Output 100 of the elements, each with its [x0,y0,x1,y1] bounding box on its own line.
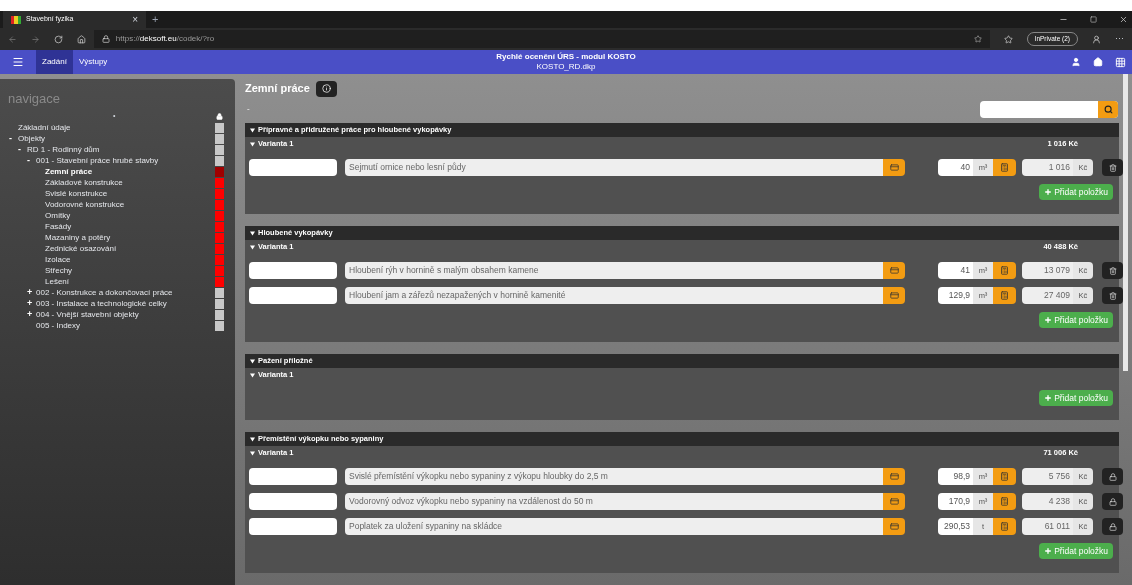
new-tab-button[interactable]: + [152,11,159,28]
search-field[interactable] [980,100,1118,118]
app-tab[interactable]: Výstupy [72,50,114,74]
tree-item[interactable]: Mazaniny a potěry [45,232,111,243]
delete-button[interactable] [1102,159,1123,176]
close-icon[interactable] [1119,15,1128,24]
caret-down-icon [250,436,255,442]
calculator-button[interactable] [993,262,1016,279]
delete-button[interactable] [1102,287,1123,304]
tree-item[interactable]: 001 - Stavební práce hrubé stavby [36,155,159,166]
code-field[interactable] [249,159,337,176]
tree-toggle[interactable]: - [18,142,27,157]
more-button[interactable]: ··· [1114,32,1124,46]
page-title: Zemní práce [245,81,310,97]
app-tab[interactable]: Zadání [36,50,73,74]
tree-item[interactable]: Zednické osazování [45,243,117,254]
address-bar[interactable]: https://deksoft.eu/codek/?ro [93,30,990,48]
favorites-icon[interactable] [1003,34,1013,44]
quantity-field[interactable]: 40 [938,159,973,176]
description-field[interactable]: Vodorovný odvoz výkopku nebo sypaniny na vzdálenost do 50 m [345,493,883,510]
code-field[interactable] [249,262,337,279]
code-field[interactable] [249,287,337,304]
user-icon[interactable] [1071,57,1081,67]
tree-item[interactable]: Vodorovné konstrukce [45,199,125,210]
info-button[interactable] [315,80,337,97]
info-icon [321,84,331,94]
back-icon[interactable] [8,34,17,44]
code-field[interactable] [249,518,337,535]
calculator-icon [1000,497,1009,506]
tree-item[interactable]: Střechy [45,265,73,276]
lock-icon[interactable] [216,112,223,120]
tree-item[interactable]: Fasády [45,221,72,232]
forward-icon[interactable] [30,34,40,44]
tree-item[interactable]: 004 - Vnější stavební objekty [36,309,139,320]
description-field[interactable]: Hloubení rýh v hornině s malým obsahem kamene [345,262,883,279]
lock-button[interactable] [1102,493,1123,510]
catalog-button[interactable] [883,518,905,535]
description-field[interactable]: Hloubení jam a zářezů nezapažených v hornině kamenité [345,287,883,304]
catalog-button[interactable] [883,159,905,176]
calculator-button[interactable] [993,518,1016,535]
plus-icon [1044,394,1053,402]
code-field[interactable] [249,493,337,510]
calculator-button[interactable] [993,493,1016,510]
profile-icon[interactable] [1092,34,1101,44]
tree-item[interactable]: Základní údaje [18,122,71,133]
catalog-button[interactable] [883,287,905,304]
description-field[interactable]: Poplatek za uložení sypaniny na skládce [345,518,883,535]
apps-grid-icon[interactable] [1115,56,1126,68]
plus-icon [1044,188,1053,196]
calculator-button[interactable] [993,159,1016,176]
lock-button[interactable] [1102,468,1123,485]
description-field[interactable]: Svislé přemístění výkopku nebo sypaniny z výkopu hloubky do 2,5 m [345,468,883,485]
tree-item[interactable]: Izolace [45,254,71,265]
calculator-button[interactable] [993,468,1016,485]
quantity-field[interactable]: 98,9 [938,468,973,485]
tree-item[interactable]: Lešení [45,276,70,287]
code-field[interactable] [249,468,337,485]
tree-item[interactable]: Omítky [45,210,71,221]
price-field: 27 409 [1022,287,1073,304]
refresh-icon[interactable] [53,34,63,44]
tree-item[interactable]: Základové konstrukce [45,177,123,188]
trash-icon [1108,291,1117,300]
restore-icon[interactable] [1090,16,1097,23]
catalog-button[interactable] [883,468,905,485]
tree-item[interactable]: 003 - Instalace a technologické celky [36,298,167,309]
scrollbar[interactable] [1123,74,1128,371]
url-text: https://deksoft.eu/codek/?ro [115,33,215,45]
lock-button[interactable] [1102,518,1123,535]
calculator-icon [1000,291,1009,300]
calculator-button[interactable] [993,287,1016,304]
card-icon [889,163,899,172]
caret-down-icon [250,230,255,236]
tab-close[interactable]: × [132,12,138,27]
card-icon [889,472,899,481]
price-field: 61 011 [1022,518,1073,535]
star-icon[interactable] [973,35,982,43]
catalog-button[interactable] [883,493,905,510]
tree-item[interactable]: 002 - Konstrukce a dokončovací práce [36,287,173,298]
search-button[interactable] [1098,100,1118,118]
quantity-field[interactable]: 129,9 [938,287,973,304]
tree-item[interactable]: Svislé konstrukce [45,188,108,199]
tree-item[interactable]: RD 1 - Rodinný dům [27,144,100,155]
quantity-field[interactable]: 290,53 [938,518,973,535]
home-icon[interactable] [76,34,86,44]
tree-item[interactable]: Zemní práce [45,166,93,177]
menu-icon[interactable] [12,56,24,68]
card-icon [889,266,899,275]
quantity-field[interactable]: 41 [938,262,973,279]
description-field[interactable]: Sejmutí ornice nebo lesní půdy [345,159,883,176]
catalog-button[interactable] [883,262,905,279]
tree-toggle[interactable]: - [27,153,36,168]
tree-toggle[interactable]: - [9,131,18,146]
delete-button[interactable] [1102,262,1123,279]
tree-item[interactable]: Objekty [18,133,46,144]
trash-icon [1108,266,1117,275]
lock-icon [1108,472,1117,481]
plus-icon [1044,547,1053,555]
tree-item[interactable]: 005 - Indexy [36,320,81,331]
lock-icon [1108,522,1117,531]
quantity-field[interactable]: 170,9 [938,493,973,510]
